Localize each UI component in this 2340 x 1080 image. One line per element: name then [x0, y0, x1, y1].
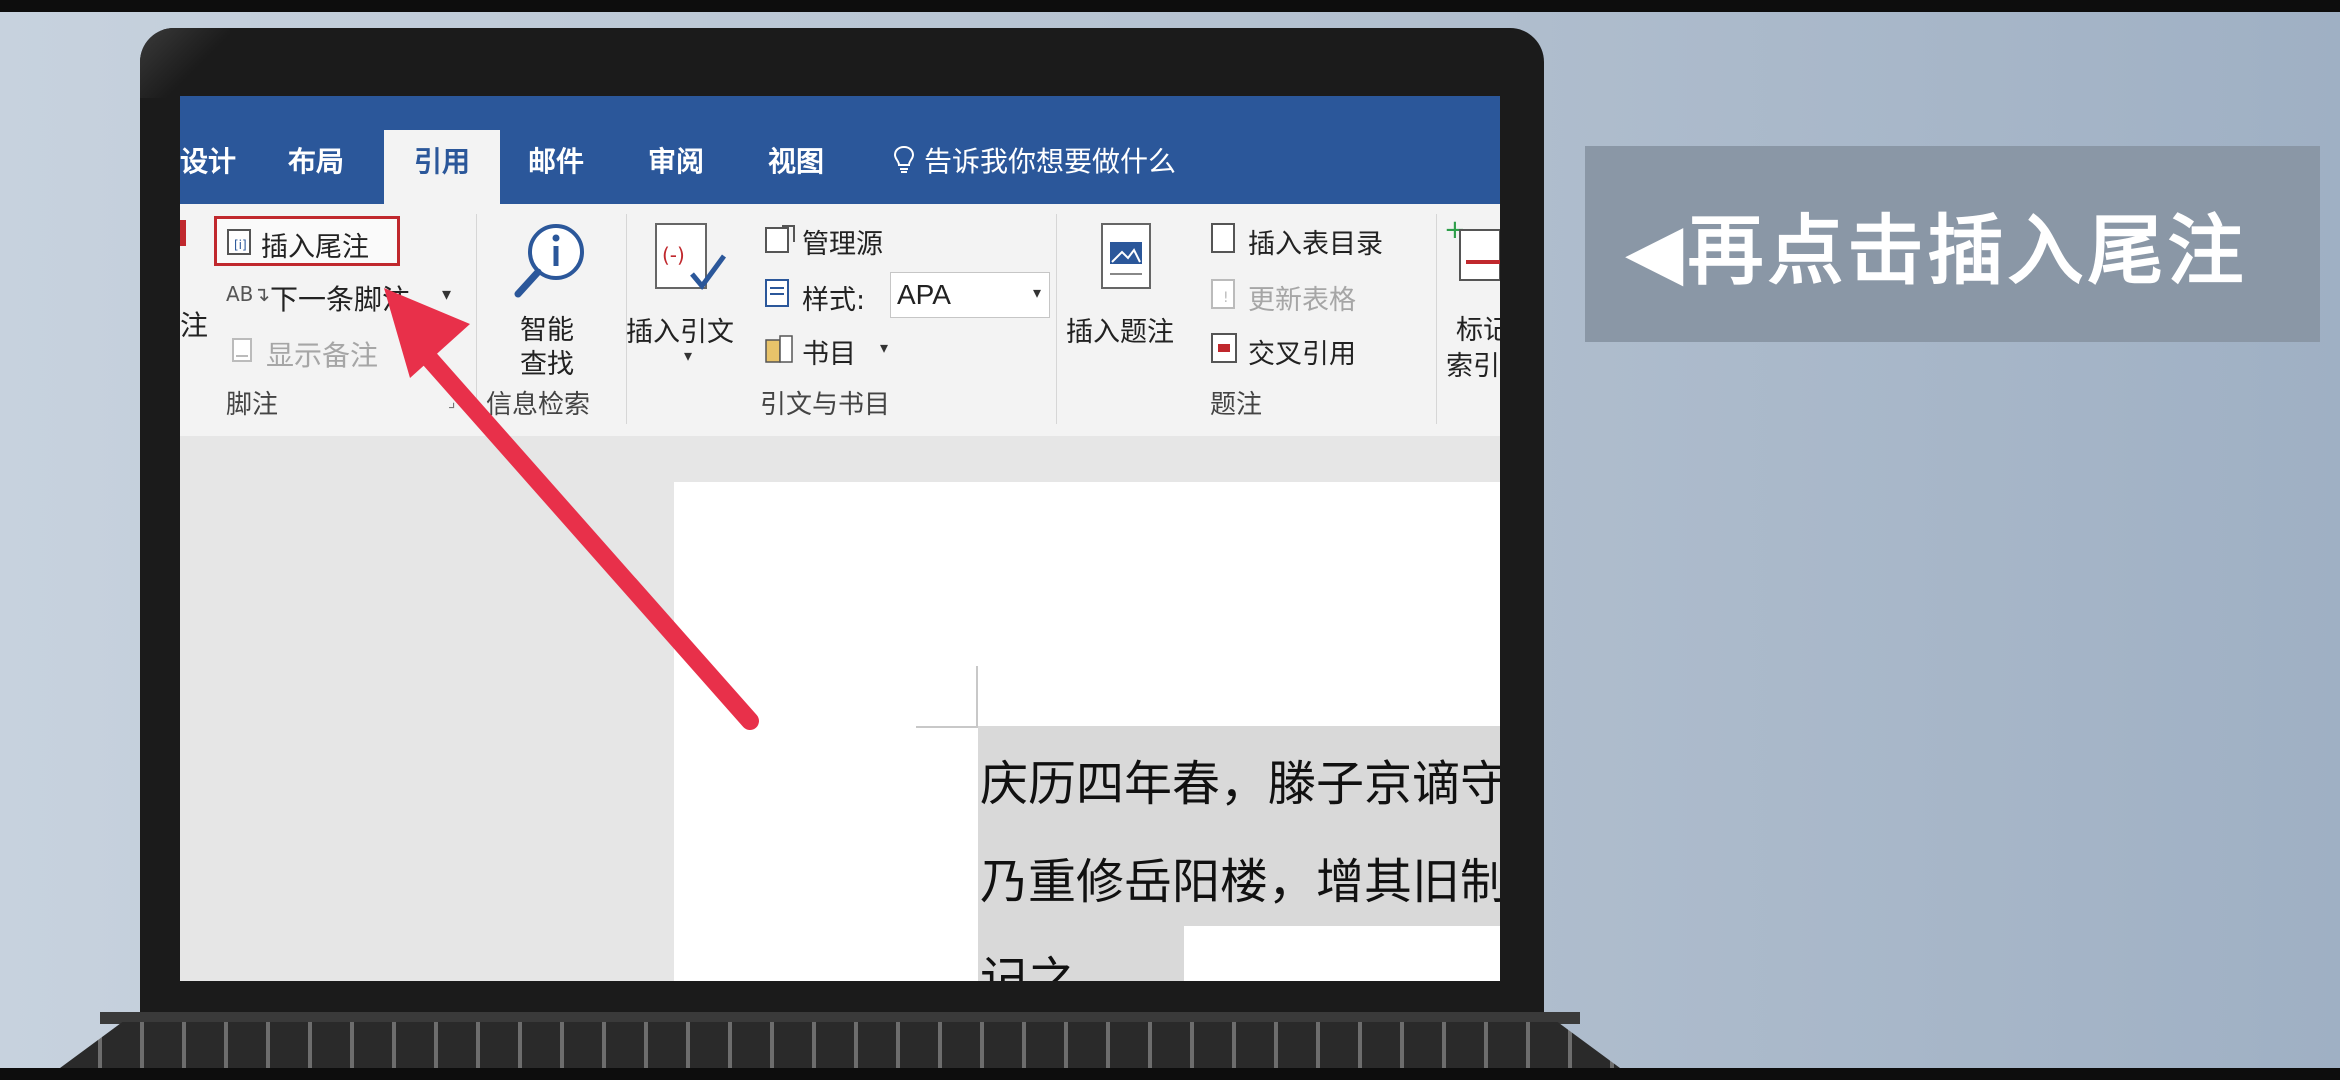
- laptop-screen: 设计 布局 引用 邮件 审阅 视图 告诉我你想要做什么 注 [i] 插入尾注 A…: [180, 96, 1500, 981]
- top-letterbox: [0, 0, 2340, 12]
- laptop-keyboard: [60, 1022, 1620, 1068]
- red-arrow-annotation: [384, 288, 759, 730]
- tutorial-caption: ◀再点击插入尾注: [1585, 146, 2320, 342]
- laptop-glare: [140, 28, 230, 98]
- bottom-letterbox: [0, 1068, 2340, 1080]
